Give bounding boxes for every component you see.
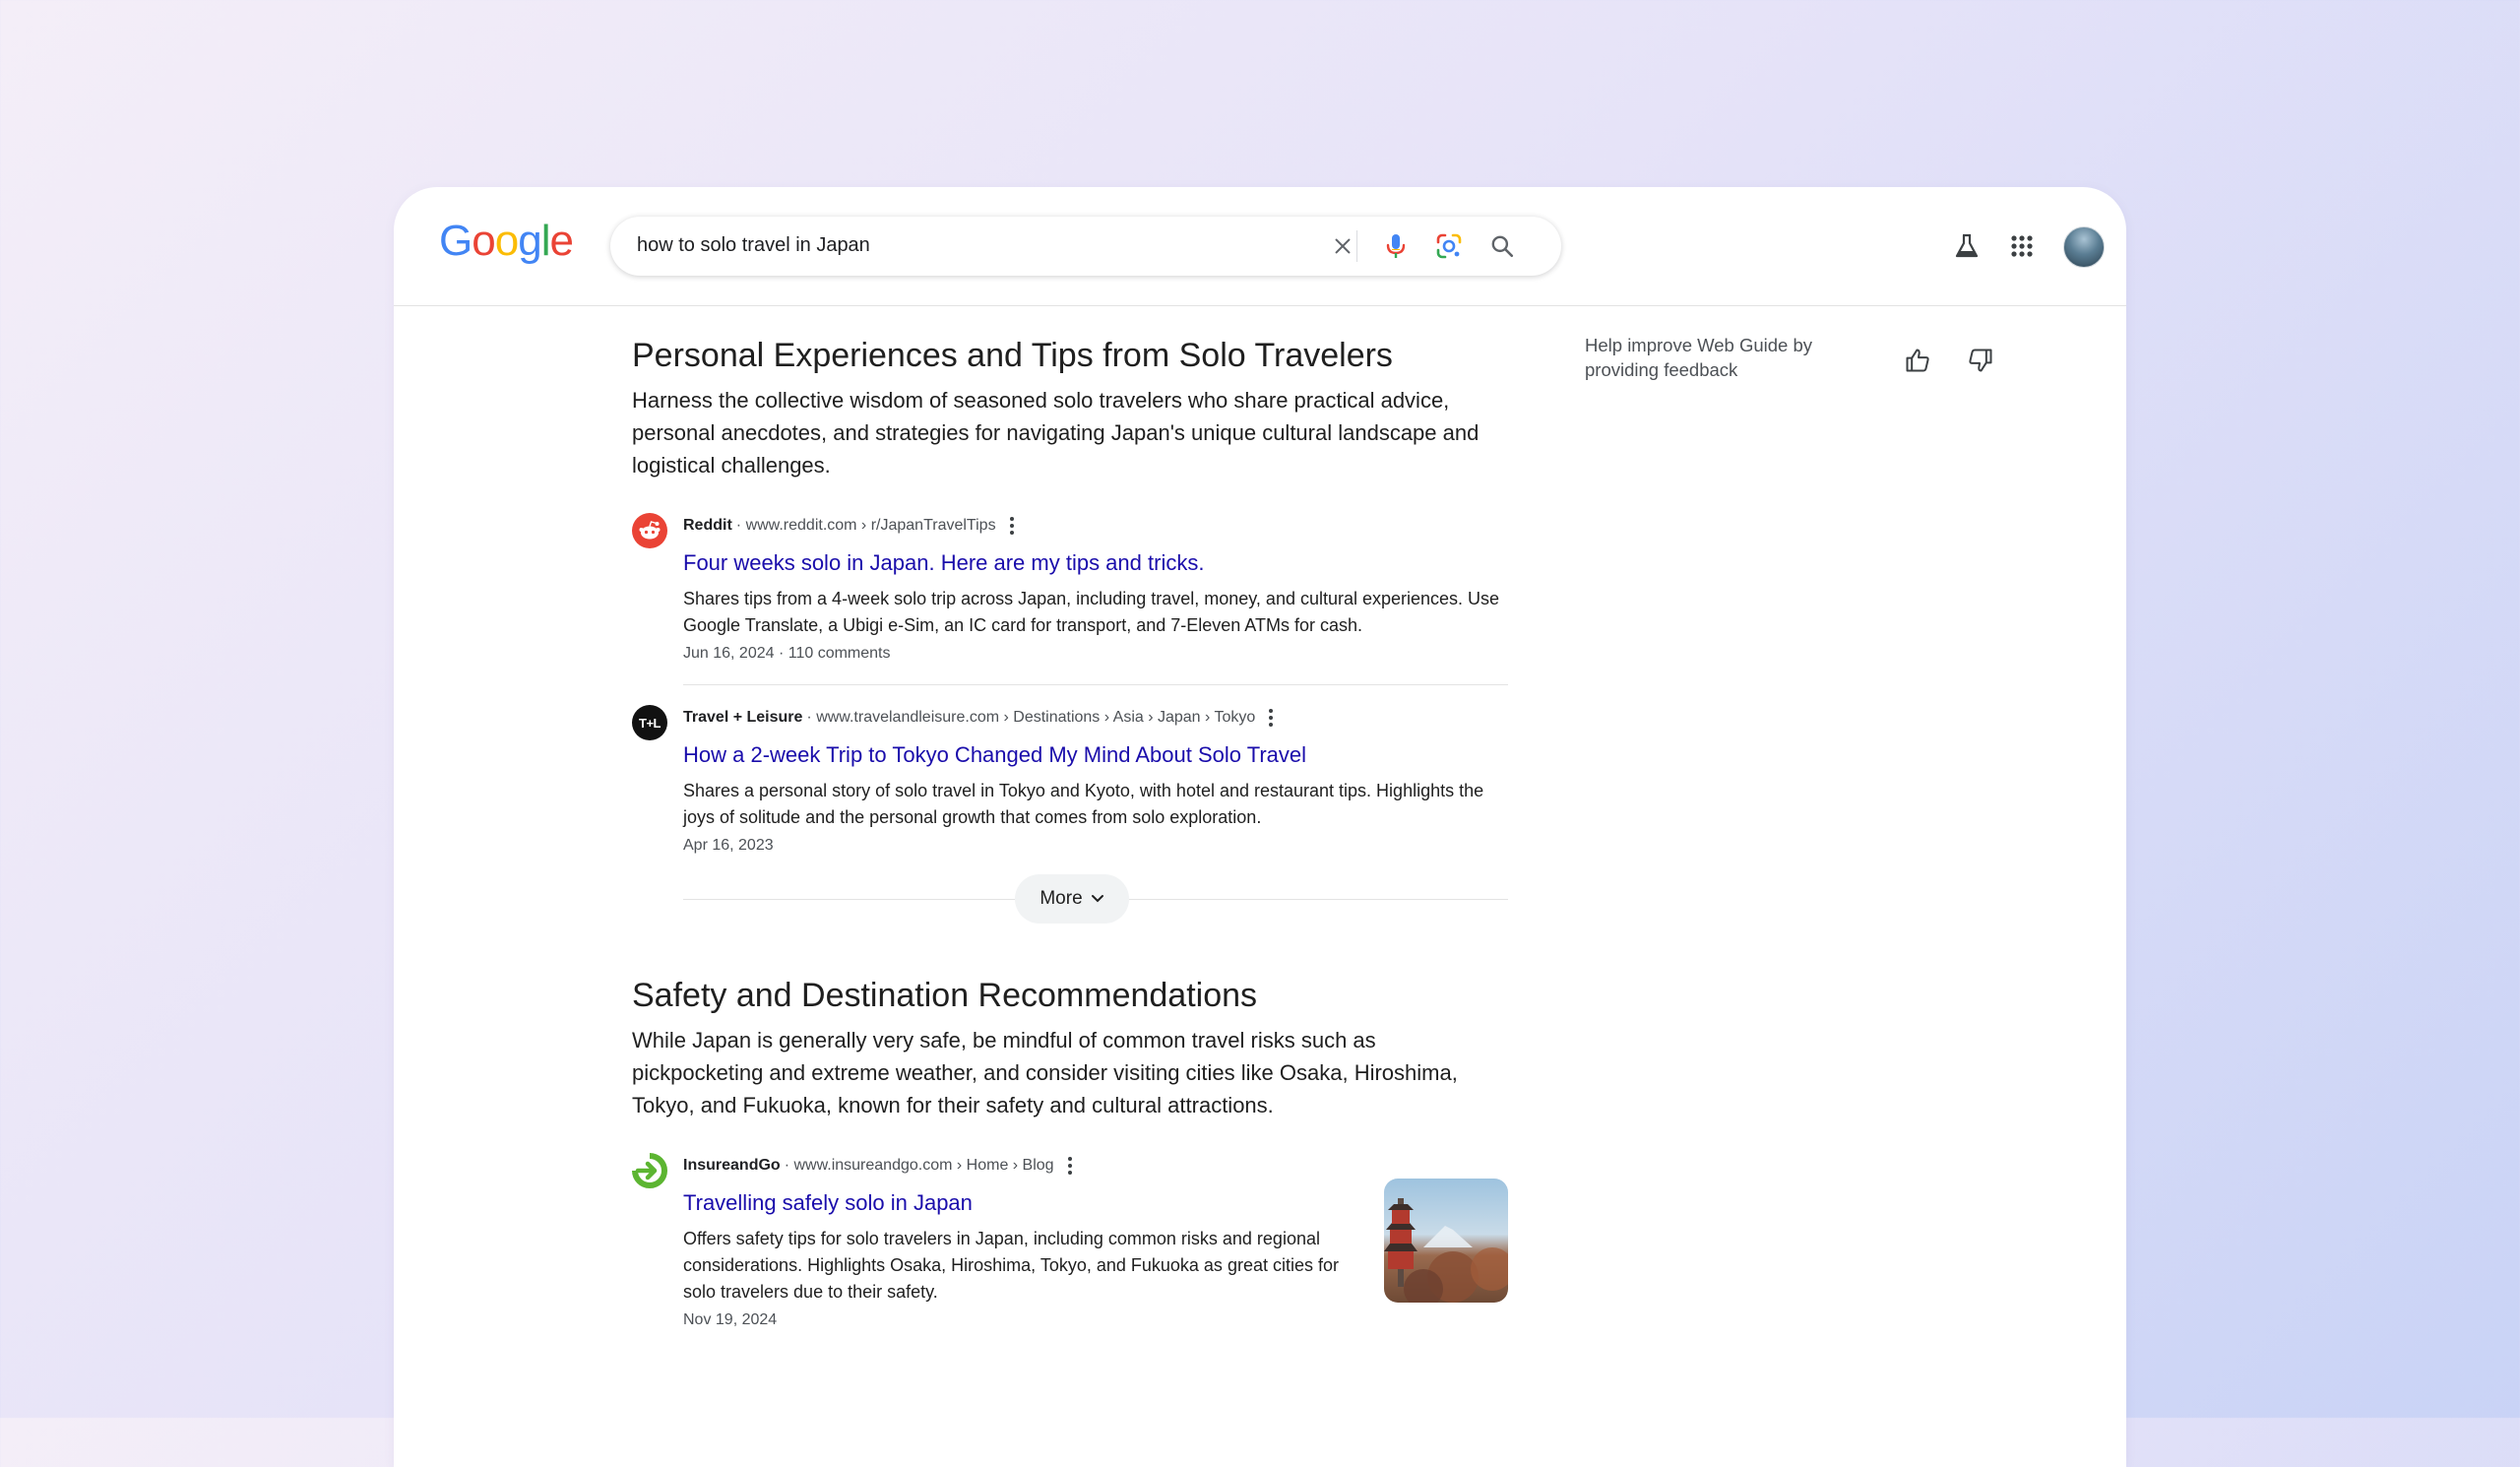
- search-result: InsureandGo · www.insureandgo.com › Home…: [632, 1153, 1508, 1331]
- result-source: Travel + Leisure · www.travelandleisure.…: [683, 705, 1508, 731]
- section-description: Harness the collective wisdom of seasone…: [632, 388, 1480, 478]
- source-url: · www.travelandleisure.com › Destination…: [806, 709, 1256, 726]
- result-divider: [683, 684, 1508, 685]
- result-title-link[interactable]: How a 2-week Trip to Tokyo Changed My Mi…: [683, 740, 1508, 770]
- result-source: Reddit · www.reddit.com › r/JapanTravelT…: [683, 513, 1508, 539]
- result-meta: Jun 16, 2024 · 110 comments: [683, 645, 891, 662]
- more-label: More: [1040, 888, 1083, 909]
- source-name: Reddit: [683, 517, 732, 534]
- result-meta: Apr 16, 2023: [683, 837, 774, 854]
- insureandgo-favicon-icon: [632, 1153, 667, 1188]
- search-icon[interactable]: [1486, 230, 1518, 262]
- travel-leisure-favicon-icon: T+L: [632, 705, 667, 740]
- source-url: · www.reddit.com › r/JapanTravelTips: [735, 517, 996, 534]
- section-title: Safety and Destination Recommendations: [632, 977, 1258, 1014]
- result-section: Personal Experiences and Tips from Solo …: [632, 335, 1508, 924]
- chevron-down-icon: [1091, 895, 1103, 903]
- section-title: Personal Experiences and Tips from Solo …: [632, 337, 1393, 374]
- result-snippet: Shares a personal story of solo travel i…: [683, 781, 1484, 827]
- flask-icon[interactable]: [1949, 228, 1984, 264]
- web-guide-results: Personal Experiences and Tips from Solo …: [632, 335, 1508, 1331]
- search-result: T+L Travel + Leisure · www.travelandleis…: [632, 705, 1508, 857]
- result-snippet: Shares tips from a 4-week solo trip acro…: [683, 589, 1500, 635]
- reddit-favicon-icon: [632, 513, 667, 548]
- lens-icon[interactable]: [1433, 230, 1465, 262]
- result-meta: Nov 19, 2024: [683, 1311, 778, 1328]
- more-options-icon[interactable]: [1269, 709, 1274, 727]
- source-name: InsureandGo: [683, 1157, 781, 1174]
- feedback-panel: Help improve Web Guide by providing feed…: [1585, 333, 1998, 382]
- result-source: InsureandGo · www.insureandgo.com › Home…: [683, 1153, 1508, 1179]
- section-description: While Japan is generally very safe, be m…: [632, 1028, 1458, 1117]
- microphone-icon[interactable]: [1380, 230, 1412, 262]
- thumbs-up-icon[interactable]: [1898, 341, 1937, 380]
- avatar[interactable]: [2063, 226, 2105, 268]
- more-options-icon[interactable]: [1067, 1157, 1072, 1175]
- apps-grid-icon[interactable]: [2004, 228, 2040, 264]
- feedback-text: Help improve Web Guide by providing feed…: [1585, 335, 1813, 380]
- google-logo[interactable]: Google: [439, 217, 574, 266]
- search-result: Reddit · www.reddit.com › r/JapanTravelT…: [632, 513, 1508, 665]
- search-input[interactable]: how to solo travel in Japan: [637, 234, 870, 257]
- more-row: More: [683, 874, 1508, 924]
- more-options-icon[interactable]: [1009, 517, 1014, 535]
- search-divider: [1356, 230, 1357, 262]
- thumbs-down-icon[interactable]: [1961, 341, 2000, 380]
- source-url: · www.insureandgo.com › Home › Blog: [784, 1157, 1054, 1174]
- result-title-link[interactable]: Four weeks solo in Japan. Here are my ti…: [683, 548, 1508, 578]
- search-box[interactable]: how to solo travel in Japan: [610, 217, 1561, 276]
- close-icon[interactable]: [1327, 230, 1358, 262]
- source-name: Travel + Leisure: [683, 709, 803, 726]
- result-thumbnail[interactable]: [1384, 1179, 1508, 1303]
- result-snippet: Offers safety tips for solo travelers in…: [683, 1229, 1339, 1302]
- browser-window: Google how to solo travel in Japan Perso…: [394, 187, 2126, 1467]
- more-button[interactable]: More: [1015, 874, 1129, 924]
- result-section: Safety and Destination Recommendations W…: [632, 975, 1508, 1331]
- search-header: Google how to solo travel in Japan: [394, 187, 2126, 306]
